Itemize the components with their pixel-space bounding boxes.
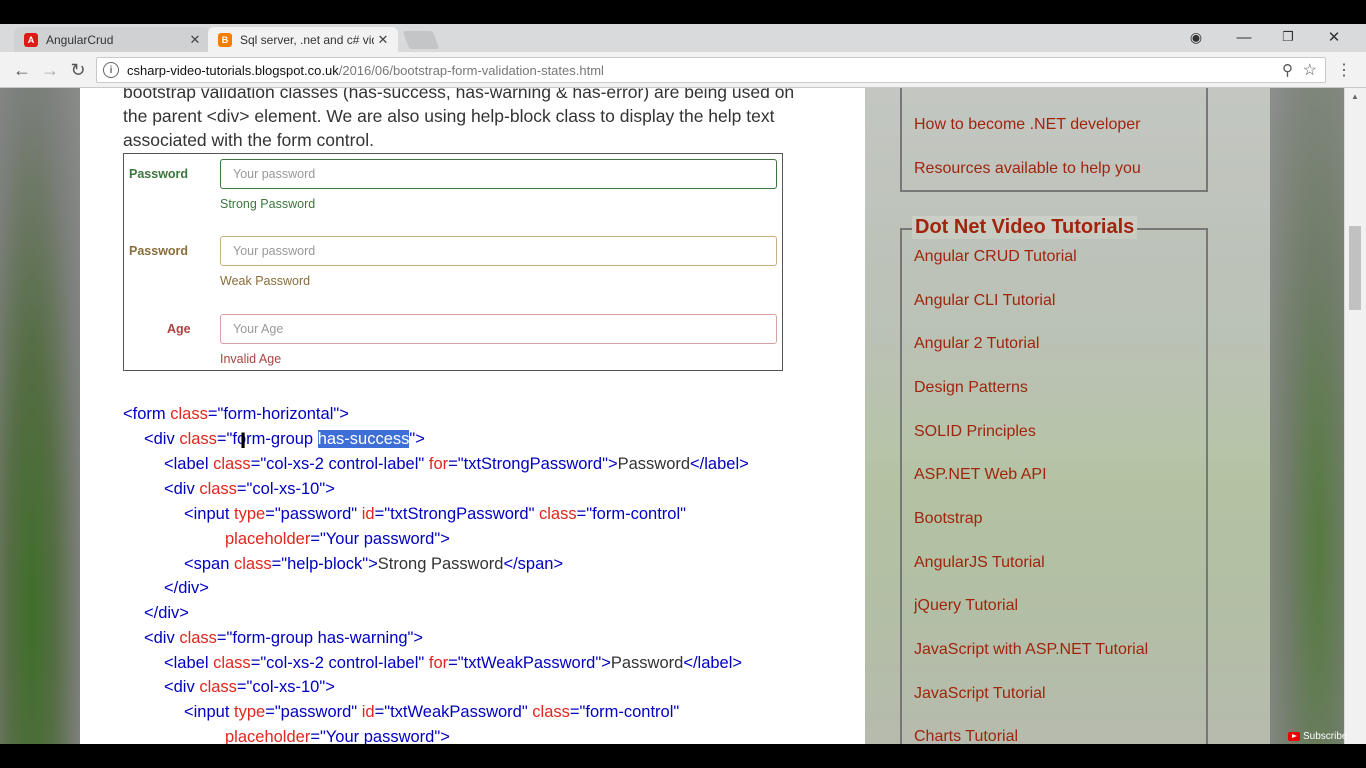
sidebar-link[interactable]: Angular CLI Tutorial <box>914 292 1055 310</box>
video-top-letterbox <box>0 0 1366 24</box>
code-line: </div> <box>164 579 209 597</box>
url-host: csharp-video-tutorials.blogspot.co.uk <box>127 62 339 78</box>
minimize-icon[interactable]: — <box>1222 24 1266 50</box>
sidebar-link[interactable]: Design Patterns <box>914 379 1028 397</box>
sidebar-link[interactable]: JavaScript with ASP.NET Tutorial <box>914 641 1148 659</box>
widget-title: Dot Net Video Tutorials <box>912 216 1138 239</box>
menu-kebab-icon[interactable]: ⋮ <box>1332 58 1356 82</box>
text-cursor-icon: I <box>240 428 247 453</box>
article-content: bootstrap validation classes (has-succes… <box>80 88 865 744</box>
code-line: <span class="help-block">Strong Password… <box>184 555 564 573</box>
code-line: <div class="col-xs-10"> <box>164 678 335 696</box>
code-line: <div class="col-xs-10"> <box>164 480 335 498</box>
tab-angularcrud[interactable]: A AngularCrud ✕ <box>14 27 210 52</box>
close-icon[interactable]: ✕ <box>374 32 392 48</box>
zoom-icon[interactable]: ⚲ <box>1282 61 1293 79</box>
sidebar: How to become .NET developer Resources a… <box>865 88 1270 744</box>
profile-icon[interactable]: ◉ <box>1174 24 1218 50</box>
forward-arrow-icon[interactable]: → <box>38 58 62 82</box>
help-block: Weak Password <box>220 274 311 288</box>
address-toolbar: ← → ↻ i csharp-video-tutorials.blogspot.… <box>0 52 1366 88</box>
code-line: <input type="password" id="txtWeakPasswo… <box>184 703 680 721</box>
tab-title: Sql server, .net and c# vid <box>240 32 374 47</box>
code-line: <input type="password" id="txtStrongPass… <box>184 505 686 523</box>
sidebar-link[interactable]: SOLID Principles <box>914 423 1036 441</box>
background-image-left <box>0 88 80 744</box>
close-window-icon[interactable]: ✕ <box>1312 24 1356 50</box>
page-scrollbar[interactable]: ▲ <box>1344 88 1366 744</box>
strong-password-input[interactable]: Your password <box>220 159 777 189</box>
video-bottom-letterbox <box>0 744 1366 768</box>
sidebar-link[interactable]: AngularJS Tutorial <box>914 554 1045 572</box>
article-text-line: bootstrap validation classes (has-succes… <box>123 88 795 102</box>
text-selection: has-success <box>317 430 410 448</box>
subscribe-button[interactable]: Subscribe <box>1288 729 1347 743</box>
close-icon[interactable]: ✕ <box>186 32 204 48</box>
reload-icon[interactable]: ↻ <box>66 58 90 82</box>
article-text-line: associated with the form control. <box>123 130 374 150</box>
bookmark-star-icon[interactable]: ☆ <box>1303 60 1317 80</box>
blogger-icon: B <box>218 32 232 47</box>
sidebar-link[interactable]: ASP.NET Web API <box>914 466 1047 484</box>
sidebar-link[interactable]: jQuery Tutorial <box>914 597 1018 615</box>
sidebar-link[interactable]: Angular CRUD Tutorial <box>914 248 1077 266</box>
code-line: <label class="col-xs-2 control-label" fo… <box>164 455 749 473</box>
code-line: <form class="form-horizontal"> <box>123 405 349 423</box>
sidebar-link[interactable]: Bootstrap <box>914 510 982 528</box>
background-image-right <box>1270 88 1350 744</box>
info-icon[interactable]: i <box>103 62 119 78</box>
weak-password-input[interactable]: Your password <box>220 236 777 266</box>
code-line: <div class="form-group has-warning"> <box>144 629 424 647</box>
sidebar-link[interactable]: How to become .NET developer <box>914 116 1140 134</box>
code-line: <label class="col-xs-2 control-label" fo… <box>164 654 743 672</box>
article-text-line: the parent <div> element. We are also us… <box>123 106 775 126</box>
sidebar-link[interactable]: Angular 2 Tutorial <box>914 335 1039 353</box>
sidebar-link[interactable]: JavaScript Tutorial <box>914 685 1046 703</box>
sidebar-link[interactable]: Resources available to help you <box>914 160 1141 178</box>
code-line: </div> <box>144 604 189 622</box>
password-label: Password <box>129 244 189 258</box>
password-label: Password <box>129 167 189 181</box>
new-tab-button[interactable] <box>402 31 440 49</box>
help-block: Invalid Age <box>220 352 282 366</box>
scroll-up-icon[interactable]: ▲ <box>1351 92 1359 101</box>
tab-title: AngularCrud <box>46 32 114 47</box>
code-line: <div class="form-group has-success"> <box>144 430 425 448</box>
address-bar[interactable]: i csharp-video-tutorials.blogspot.co.uk /… <box>96 57 1326 83</box>
angular-icon: A <box>24 32 38 47</box>
help-block: Strong Password <box>220 197 316 211</box>
sidebar-link[interactable]: Charts Tutorial <box>914 728 1018 744</box>
restore-icon[interactable]: ❐ <box>1266 24 1310 50</box>
youtube-icon <box>1288 731 1300 741</box>
subscribe-label: Subscribe <box>1303 730 1348 742</box>
back-arrow-icon[interactable]: ← <box>10 58 34 82</box>
tab-sql-server[interactable]: B Sql server, .net and c# vid ✕ <box>208 27 398 52</box>
age-input[interactable]: Your Age <box>220 314 777 344</box>
age-label: Age <box>167 322 191 336</box>
code-line: placeholder="Your password"> <box>225 728 450 744</box>
validation-demo-form: Password Your password Strong Password P… <box>123 153 783 371</box>
scrollbar-thumb[interactable] <box>1349 226 1361 310</box>
url-path: /2016/06/bootstrap-form-validation-state… <box>338 62 604 78</box>
tab-strip: A AngularCrud ✕ B Sql server, .net and c… <box>0 24 1366 52</box>
code-line: placeholder="Your password"> <box>225 530 450 548</box>
